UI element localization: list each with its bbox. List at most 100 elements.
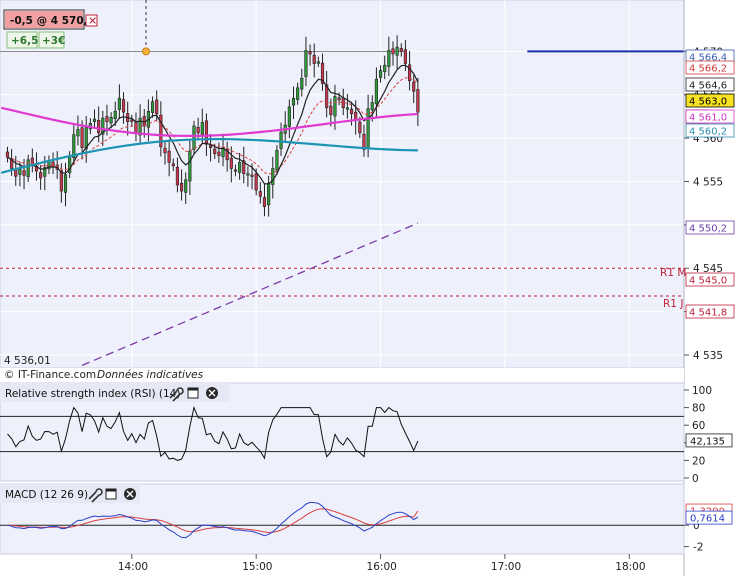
rsi-tick-label: 100 — [692, 385, 712, 397]
rsi-close-icon[interactable] — [206, 387, 218, 399]
candle — [287, 106, 291, 127]
candle — [262, 197, 267, 207]
candle — [358, 121, 362, 134]
price-tag-label: 4 564,6 — [689, 81, 727, 92]
candle — [258, 191, 262, 197]
candle — [155, 99, 159, 115]
price-tick-label: 4 535 — [693, 350, 723, 362]
candle — [188, 150, 192, 182]
candle — [113, 110, 117, 119]
session-low-label: 4 536,01 — [4, 355, 51, 367]
candle — [109, 117, 113, 124]
source-sub-label: Données indicatives — [97, 369, 204, 381]
candle — [150, 101, 155, 113]
candle — [229, 157, 233, 169]
candle — [175, 166, 180, 186]
candle — [378, 70, 383, 78]
candle — [63, 174, 68, 193]
rsi-value-label: 42,135 — [690, 436, 725, 447]
trading-chart[interactable]: 4 5354 5404 5454 5504 5554 5604 5654 570… — [0, 0, 735, 576]
candle — [316, 61, 320, 64]
macd-window-icon[interactable] — [105, 488, 117, 500]
candle — [366, 108, 370, 148]
candle — [387, 50, 391, 67]
plus-button-label: +6,5 — [11, 35, 38, 47]
candle — [5, 151, 10, 158]
candle — [291, 97, 296, 106]
macd-tick-label: -2 — [693, 542, 703, 554]
price-tag-label: 4 541,8 — [689, 308, 727, 319]
candle — [333, 96, 337, 117]
time-tick-label: 18:00 — [615, 561, 645, 573]
candle — [391, 48, 395, 55]
candle — [238, 162, 242, 173]
macd-close-icon[interactable] — [124, 488, 136, 500]
close-icon[interactable]: ✕ — [88, 15, 97, 28]
candle — [192, 125, 196, 150]
source-label: © IT-Finance.com — [4, 369, 96, 381]
candle — [184, 179, 188, 193]
price-tag-label: 4 545,0 — [689, 276, 727, 287]
candle — [279, 131, 283, 149]
pivot-label-r1j: R1 J — [663, 298, 683, 310]
time-tick-label: 14:00 — [118, 561, 148, 573]
candle — [349, 108, 354, 115]
candle — [383, 64, 387, 73]
candle — [51, 161, 55, 168]
candle — [233, 169, 238, 172]
price-tag-label: 4 563,0 — [689, 97, 727, 108]
candle — [399, 48, 403, 52]
candle — [213, 148, 217, 155]
price-tag-label: 4 561,0 — [689, 113, 727, 124]
price-tick-label: 4 555 — [693, 176, 723, 188]
time-tick-label: 16:00 — [367, 561, 397, 573]
candle — [97, 120, 101, 134]
rsi-tick-label: 60 — [692, 420, 705, 432]
time-tick-label: 15:00 — [242, 561, 272, 573]
candle — [105, 116, 109, 122]
rsi-window-icon[interactable] — [187, 387, 199, 399]
price-tag-label: 4 550,2 — [689, 224, 727, 235]
candle — [171, 163, 175, 167]
candle — [416, 89, 420, 113]
candle — [370, 102, 374, 111]
price-tag-label: 4 560,2 — [689, 127, 727, 138]
rsi-tick-label: 0 — [692, 473, 699, 485]
candle — [403, 49, 408, 64]
candle — [76, 129, 80, 137]
candle — [22, 170, 26, 176]
candle — [304, 50, 308, 77]
macd-value-label: 0,7614 — [690, 514, 725, 525]
time-tick-label: 17:00 — [491, 561, 521, 573]
order-anchor[interactable] — [142, 47, 150, 56]
candle — [39, 172, 43, 179]
candle — [412, 81, 416, 92]
candle — [329, 105, 333, 115]
candle — [271, 168, 275, 185]
candle — [80, 127, 84, 148]
price-pane[interactable] — [0, 0, 685, 369]
rsi-title: Relative strength index (RSI) (14) — [5, 388, 180, 400]
candle — [200, 122, 204, 135]
candle — [209, 145, 213, 148]
rsi-tick-label: 80 — [692, 403, 705, 415]
euro-button-label: +3€ — [42, 35, 65, 47]
candle — [308, 51, 312, 55]
candle — [296, 87, 300, 100]
candle — [337, 97, 341, 101]
candle — [92, 118, 97, 122]
candle — [121, 99, 126, 113]
candle — [117, 97, 121, 110]
price-tag-label: 4 566,2 — [689, 64, 727, 75]
candle — [254, 173, 258, 191]
macd-title: MACD (12 26 9) — [5, 489, 88, 501]
time-axis: 14:00 15:00 16:00 17:00 18:00 — [118, 554, 646, 573]
candle — [217, 151, 221, 156]
pivot-label-r1m: R1 M — [660, 267, 686, 279]
candle — [395, 46, 399, 56]
candle — [204, 120, 209, 145]
candle — [196, 126, 200, 134]
candle — [246, 173, 250, 176]
candle — [179, 182, 184, 192]
candle — [300, 77, 304, 90]
